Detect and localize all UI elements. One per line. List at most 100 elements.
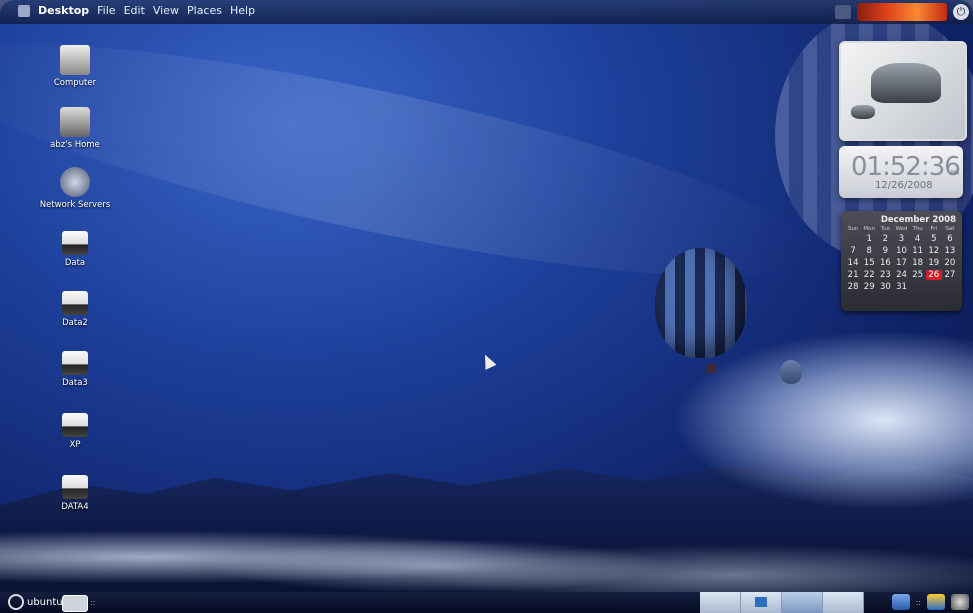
desktop-icon-data[interactable]: Data <box>30 231 120 268</box>
top-panel: Desktop File Edit View Places Help ⏻ <box>0 0 973 24</box>
clock-widget[interactable]: 01:52:36 PM 12/26/2008 <box>839 146 963 198</box>
workspace-4[interactable] <box>823 592 864 613</box>
clock-ampm: PM <box>950 170 959 177</box>
desktop-icon-label: Data2 <box>62 318 88 328</box>
bottom-tray: :: <box>891 594 969 610</box>
power-icon[interactable]: ⏻ <box>953 4 969 20</box>
desktop-icon-network-servers[interactable]: Network Servers <box>30 167 120 210</box>
workspace-1[interactable] <box>700 592 741 613</box>
ubuntu-logo-icon <box>8 594 24 610</box>
drive-icon <box>62 291 88 315</box>
menu-file[interactable]: File <box>97 4 115 17</box>
menu-edit[interactable]: Edit <box>124 4 145 17</box>
desktop-icon-label: abz's Home <box>50 140 100 150</box>
calendar-day[interactable]: 12 <box>926 246 942 256</box>
calendar-day[interactable]: 11 <box>910 246 926 256</box>
calendar-day[interactable]: 19 <box>926 258 942 268</box>
flames-applet-icon[interactable] <box>857 3 947 21</box>
calendar-day[interactable]: 17 <box>893 258 909 268</box>
desktop-icon-computer[interactable]: Computer <box>30 45 120 88</box>
calendar-day[interactable]: 5 <box>926 234 942 244</box>
calendar-day-name: Tue <box>880 226 891 232</box>
desktop-icon-label: Data3 <box>62 378 88 388</box>
photo-frame-widget[interactable] <box>839 41 967 141</box>
calendar-day-name: Mon <box>863 226 876 232</box>
calendar-day[interactable]: 20 <box>942 258 958 268</box>
calendar-day[interactable]: 3 <box>893 234 909 244</box>
calendar-day[interactable]: 18 <box>910 258 926 268</box>
calendar-day[interactable]: 10 <box>893 246 909 256</box>
calendar-day[interactable]: 25 <box>910 270 926 280</box>
calendar-day <box>942 282 958 292</box>
trash-icon[interactable] <box>951 594 969 610</box>
balloon-basket <box>706 364 716 373</box>
network-icon[interactable] <box>891 594 910 610</box>
calendar-day <box>845 234 861 244</box>
calendar-day[interactable]: 16 <box>877 258 893 268</box>
calendar-day-name: Wed <box>895 226 908 232</box>
calendar-day[interactable]: 22 <box>861 270 877 280</box>
drive-icon <box>62 231 88 255</box>
workspace-2[interactable] <box>741 592 782 613</box>
desktop-icon-label: Network Servers <box>39 200 111 210</box>
monitor-icon[interactable] <box>835 5 851 19</box>
clock-date: 12/26/2008 <box>875 180 933 191</box>
top-tray: ⏻ <box>829 0 973 24</box>
desktop-icon-label: Computer <box>53 78 97 88</box>
calendar-day[interactable]: 7 <box>845 246 861 256</box>
menu-places[interactable]: Places <box>187 4 222 17</box>
desktop-background <box>0 0 973 613</box>
calendar-day[interactable]: 1 <box>861 234 877 244</box>
tray-handle-icon[interactable]: :: <box>916 598 921 607</box>
calendar-day[interactable]: 6 <box>942 234 958 244</box>
workspace-3[interactable] <box>782 592 823 613</box>
calendar-day[interactable]: 9 <box>877 246 893 256</box>
calendar-day[interactable]: 28 <box>845 282 861 292</box>
menu-bar: Desktop File Edit View Places Help <box>18 4 255 17</box>
desktop-icon-home[interactable]: abz's Home <box>30 107 120 150</box>
calendar-day[interactable]: 30 <box>877 282 893 292</box>
calendar-day[interactable]: 4 <box>910 234 926 244</box>
calendar-day-name: Thu <box>912 226 923 232</box>
desktop-icon-label: DATA4 <box>61 502 89 512</box>
workspace-switcher[interactable] <box>700 592 864 613</box>
calendar-day[interactable]: 15 <box>861 258 877 268</box>
drive-icon <box>62 351 88 375</box>
calendar-day[interactable]: 24 <box>893 270 909 280</box>
calendar-day[interactable]: 26 <box>925 270 942 280</box>
car-photo <box>871 63 941 103</box>
calendar-day[interactable]: 13 <box>942 246 958 256</box>
right-cloud <box>673 330 973 510</box>
app-title[interactable]: Desktop <box>38 4 89 17</box>
panel-handle-icon[interactable]: :: <box>90 598 95 607</box>
calendar-day[interactable]: 29 <box>861 282 877 292</box>
home-folder-icon <box>60 107 90 137</box>
desktop-icon-data3[interactable]: Data3 <box>30 351 120 388</box>
apple-menu-icon[interactable] <box>18 5 30 17</box>
window-preview-icon <box>755 597 767 607</box>
calendar-day[interactable]: 21 <box>845 270 861 280</box>
show-desktop-icon[interactable] <box>62 595 88 612</box>
calendar-day[interactable]: 8 <box>861 246 877 256</box>
calendar-day[interactable]: 23 <box>877 270 893 280</box>
menu-help[interactable]: Help <box>230 4 255 17</box>
car-photo-small <box>851 105 875 119</box>
calendar-day-name: Sun <box>847 226 859 232</box>
calendar-day[interactable]: 31 <box>893 282 909 292</box>
desktop-icon-xp[interactable]: XP <box>30 413 120 450</box>
desktop-icon-data4[interactable]: DATA4 <box>30 475 120 512</box>
calendar-day[interactable]: 2 <box>877 234 893 244</box>
calendar-day[interactable]: 27 <box>942 270 958 280</box>
calendar-widget[interactable]: December 2008 Sun Mon Tue Wed Thu Fri Sat 1 2 3 4 5… <box>841 211 962 311</box>
calendar-day <box>926 282 942 292</box>
calendar-day[interactable]: 14 <box>845 258 861 268</box>
clock-time: 01:52:36 <box>851 152 961 182</box>
calendar-day <box>910 282 926 292</box>
ubuntu-menu-button[interactable]: ubuntu <box>8 594 63 610</box>
calendar-grid: Sun Mon Tue Wed Thu Fri Sat 1 2 3 4 5 6 7 8 9 10 11 12 13 14… <box>841 226 962 292</box>
calendar-day-name: Fri <box>930 226 938 232</box>
folder-icon[interactable] <box>927 594 945 610</box>
desktop-icon-label: Data <box>64 258 86 268</box>
menu-view[interactable]: View <box>153 4 179 17</box>
desktop-icon-data2[interactable]: Data2 <box>30 291 120 328</box>
